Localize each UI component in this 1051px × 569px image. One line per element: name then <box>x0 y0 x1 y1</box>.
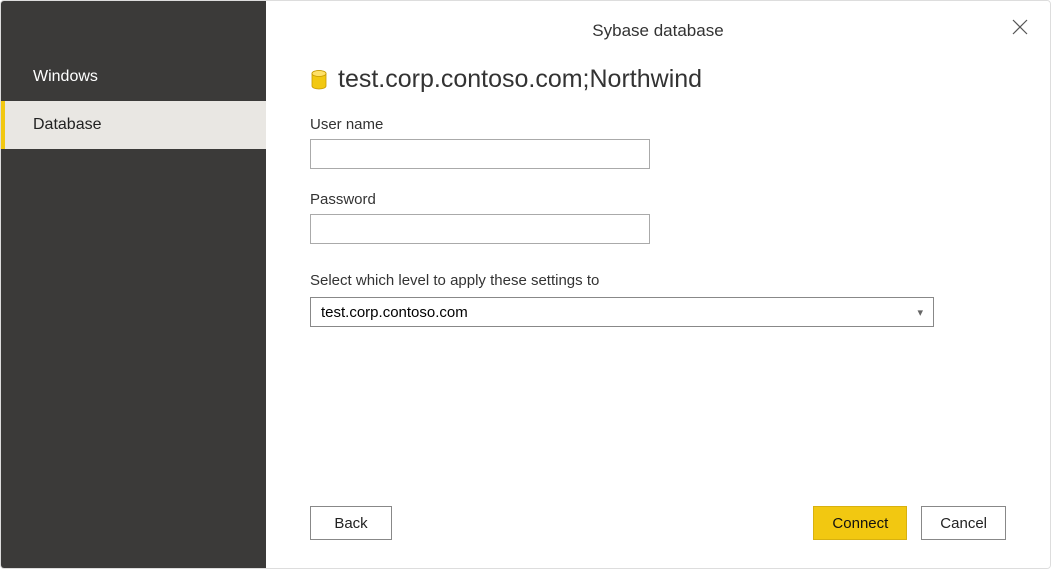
level-select[interactable]: test.corp.contoso.com ▾ <box>310 297 934 327</box>
dialog-title: Sybase database <box>266 1 1050 55</box>
footer: Back Connect Cancel <box>266 506 1050 540</box>
password-input[interactable] <box>310 214 650 244</box>
close-icon <box>1012 19 1028 35</box>
back-button[interactable]: Back <box>310 506 392 540</box>
username-input[interactable] <box>310 139 650 169</box>
close-button[interactable] <box>1008 15 1032 39</box>
username-label: User name <box>310 116 1006 133</box>
sidebar: Windows Database <box>1 1 266 568</box>
connect-button[interactable]: Connect <box>813 506 907 540</box>
database-icon <box>310 70 328 90</box>
chevron-down-icon: ▾ <box>917 306 923 319</box>
main-panel: Sybase database test.corp.contoso.com;No… <box>266 1 1050 568</box>
password-label: Password <box>310 191 1006 208</box>
sidebar-item-windows[interactable]: Windows <box>1 53 266 101</box>
auth-dialog: Windows Database Sybase database test.co… <box>0 0 1051 569</box>
cancel-button[interactable]: Cancel <box>921 506 1006 540</box>
footer-right-group: Connect Cancel <box>813 506 1006 540</box>
level-select-value: test.corp.contoso.com <box>321 304 468 321</box>
level-label: Select which level to apply these settin… <box>310 272 1006 289</box>
connection-string: test.corp.contoso.com;Northwind <box>338 65 702 94</box>
sidebar-item-database[interactable]: Database <box>1 101 266 149</box>
level-select-wrap: test.corp.contoso.com ▾ <box>310 297 934 327</box>
sidebar-item-label: Database <box>33 116 102 134</box>
sidebar-item-label: Windows <box>33 68 98 86</box>
connection-header: test.corp.contoso.com;Northwind <box>310 65 1006 94</box>
content-area: test.corp.contoso.com;Northwind User nam… <box>266 65 1050 327</box>
